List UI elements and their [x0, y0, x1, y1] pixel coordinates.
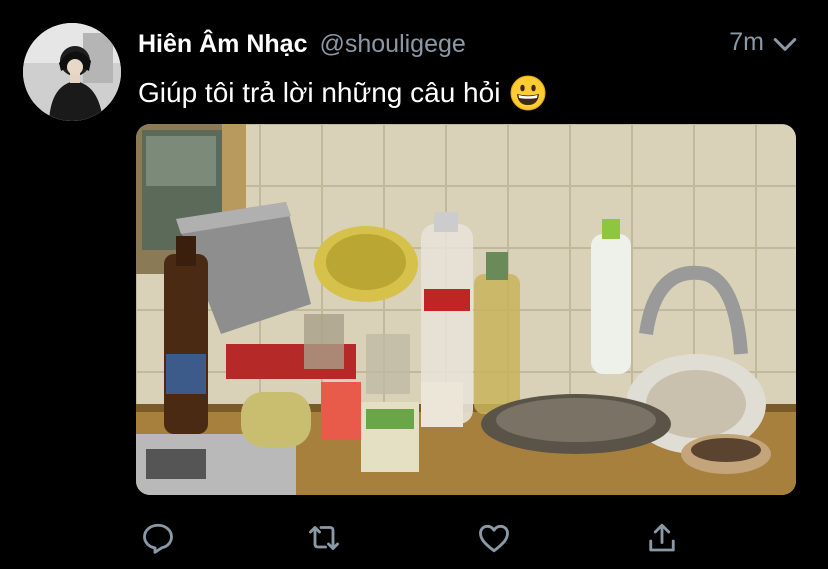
- reply-icon: [143, 523, 173, 554]
- tweet-text: Giúp tôi trả lời những câu hỏi: [138, 77, 501, 108]
- user-handle[interactable]: @shouligege: [319, 30, 465, 59]
- share-icon: [649, 523, 675, 552]
- tweet-media-image[interactable]: [136, 124, 796, 495]
- tweet-actions: [136, 516, 696, 560]
- retweet-button[interactable]: [302, 516, 346, 560]
- display-name[interactable]: Hiên Âm Nhạc: [138, 30, 307, 59]
- tweet-text-row: Giúp tôi trả lời những câu hỏi: [138, 75, 546, 111]
- avatar-image: [23, 23, 121, 121]
- grinning-face-emoji-icon: [510, 75, 546, 111]
- chevron-down-icon[interactable]: [772, 32, 798, 58]
- avatar[interactable]: [23, 23, 121, 121]
- timestamp[interactable]: 7m: [729, 28, 764, 57]
- kitchen-photo: [136, 124, 796, 495]
- reply-button[interactable]: [136, 516, 180, 560]
- tweet-header: Hiên Âm Nhạc @shouligege 7m: [138, 26, 798, 62]
- share-button[interactable]: [640, 516, 684, 560]
- heart-icon: [479, 524, 509, 553]
- like-button[interactable]: [472, 516, 516, 560]
- retweet-icon: [309, 526, 339, 550]
